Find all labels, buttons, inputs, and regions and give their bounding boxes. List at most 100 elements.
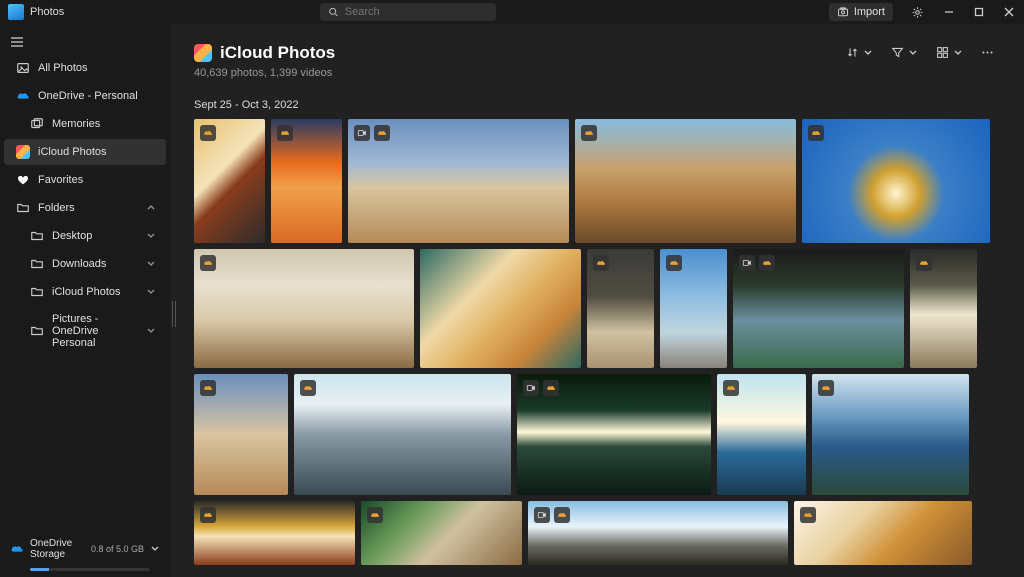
- storage-progress-fill: [30, 568, 49, 571]
- photo-tile[interactable]: [802, 119, 990, 243]
- icloud-badge-icon: [593, 255, 609, 271]
- photo-tile[interactable]: [294, 374, 511, 495]
- tile-badges: [723, 380, 739, 396]
- photo-tile[interactable]: [271, 119, 342, 243]
- tile-badges: [800, 507, 816, 523]
- photo-tile[interactable]: [194, 374, 288, 495]
- sidebar-item-label: Favorites: [38, 174, 83, 186]
- view-button[interactable]: [930, 42, 969, 63]
- memories-icon: [30, 117, 44, 131]
- titlebar-right: Import: [829, 0, 1024, 24]
- onedrive-icon: [16, 89, 30, 103]
- icloud-badge-icon: [374, 125, 390, 141]
- sidebar: All Photos OneDrive - Personal Memories …: [0, 24, 170, 577]
- photo-tile[interactable]: [517, 374, 711, 495]
- photo-tile[interactable]: [733, 249, 904, 368]
- icloud-badge-icon: [200, 255, 216, 271]
- sidebar-folder-icloud[interactable]: iCloud Photos: [4, 279, 166, 305]
- sort-button[interactable]: [840, 42, 879, 63]
- sidebar-item-memories[interactable]: Memories: [4, 111, 166, 137]
- photo-tile[interactable]: [717, 374, 806, 495]
- photo-gallery: [194, 119, 1000, 565]
- sidebar-item-onedrive[interactable]: OneDrive - Personal: [4, 83, 166, 109]
- chevron-down-icon: [146, 259, 156, 269]
- icloud-badge-icon: [759, 255, 775, 271]
- chevron-down-icon: [908, 48, 918, 58]
- tile-badges: [808, 125, 824, 141]
- storage-indicator[interactable]: OneDrive Storage 0.8 of 5.0 GB: [0, 530, 170, 568]
- page-counts: 40,639 photos, 1,399 videos: [194, 67, 1000, 79]
- sidebar-resize-handle[interactable]: [172, 301, 176, 327]
- folder-icon: [16, 201, 30, 215]
- tile-badges: [277, 125, 293, 141]
- search-input[interactable]: [345, 6, 488, 18]
- tile-badges: [200, 125, 216, 141]
- icloud-photos-icon: [194, 44, 212, 62]
- photo-tile[interactable]: [194, 501, 355, 565]
- hamburger-button[interactable]: [0, 30, 170, 54]
- video-badge-icon: [534, 507, 550, 523]
- sidebar-item-all-photos[interactable]: All Photos: [4, 55, 166, 81]
- icloud-badge-icon: [543, 380, 559, 396]
- hamburger-icon: [10, 36, 24, 48]
- storage-usage: 0.8 of 5.0 GB: [91, 544, 144, 554]
- page-header: iCloud Photos: [194, 42, 1000, 63]
- gear-icon: [911, 6, 924, 19]
- import-button[interactable]: Import: [829, 3, 893, 21]
- settings-button[interactable]: [901, 6, 934, 19]
- tile-badges: [200, 380, 216, 396]
- sidebar-section-label: Folders: [38, 202, 75, 214]
- sidebar-item-label: Pictures - OneDrive Personal: [52, 313, 138, 349]
- storage-title: OneDrive Storage: [30, 538, 85, 560]
- filter-button[interactable]: [885, 42, 924, 63]
- sidebar-item-favorites[interactable]: Favorites: [4, 167, 166, 193]
- photo-tile[interactable]: [348, 119, 569, 243]
- tile-badges: [523, 380, 559, 396]
- minimize-button[interactable]: [934, 0, 964, 24]
- app-title: Photos: [30, 6, 64, 18]
- photo-tile[interactable]: [194, 119, 265, 243]
- photo-tile[interactable]: [361, 501, 522, 565]
- sidebar-folder-pictures[interactable]: Pictures - OneDrive Personal: [4, 307, 166, 355]
- image-icon: [16, 61, 30, 75]
- photo-tile[interactable]: [794, 501, 972, 565]
- icloud-badge-icon: [666, 255, 682, 271]
- chevron-up-icon: [146, 203, 156, 213]
- photo-tile[interactable]: [194, 249, 414, 368]
- onedrive-icon: [10, 542, 24, 556]
- photo-tile[interactable]: [910, 249, 977, 368]
- photo-tile[interactable]: [812, 374, 969, 495]
- main-content: iCloud Photos 40,639 photos,: [170, 24, 1024, 577]
- close-button[interactable]: [994, 0, 1024, 24]
- grid-icon: [936, 46, 949, 59]
- sidebar-folder-desktop[interactable]: Desktop: [4, 223, 166, 249]
- sidebar-item-label: All Photos: [38, 62, 88, 74]
- sidebar-item-label: Downloads: [52, 258, 106, 270]
- photo-tile[interactable]: [575, 119, 796, 243]
- sidebar-item-label: Memories: [52, 118, 100, 130]
- photo-tile[interactable]: [660, 249, 727, 368]
- sidebar-section-folders[interactable]: Folders: [4, 195, 166, 221]
- search-icon: [328, 6, 339, 18]
- icloud-badge-icon: [200, 507, 216, 523]
- icloud-badge-icon: [723, 380, 739, 396]
- photo-tile[interactable]: [587, 249, 654, 368]
- chevron-down-icon: [146, 326, 156, 336]
- chevron-down-icon: [863, 48, 873, 58]
- tile-badges: [666, 255, 682, 271]
- search-box[interactable]: [320, 3, 496, 21]
- photo-tile[interactable]: [528, 501, 788, 565]
- icloud-badge-icon: [916, 255, 932, 271]
- chevron-down-icon: [146, 287, 156, 297]
- folder-icon: [30, 324, 44, 338]
- more-button[interactable]: [975, 42, 1000, 63]
- photo-tile[interactable]: [420, 249, 581, 368]
- heart-icon: [16, 173, 30, 187]
- sidebar-item-label: Desktop: [52, 230, 92, 242]
- folder-icon: [30, 285, 44, 299]
- sidebar-item-icloud[interactable]: iCloud Photos: [4, 139, 166, 165]
- sidebar-folder-downloads[interactable]: Downloads: [4, 251, 166, 277]
- header-actions: [840, 42, 1000, 63]
- maximize-button[interactable]: [964, 0, 994, 24]
- more-icon: [981, 46, 994, 59]
